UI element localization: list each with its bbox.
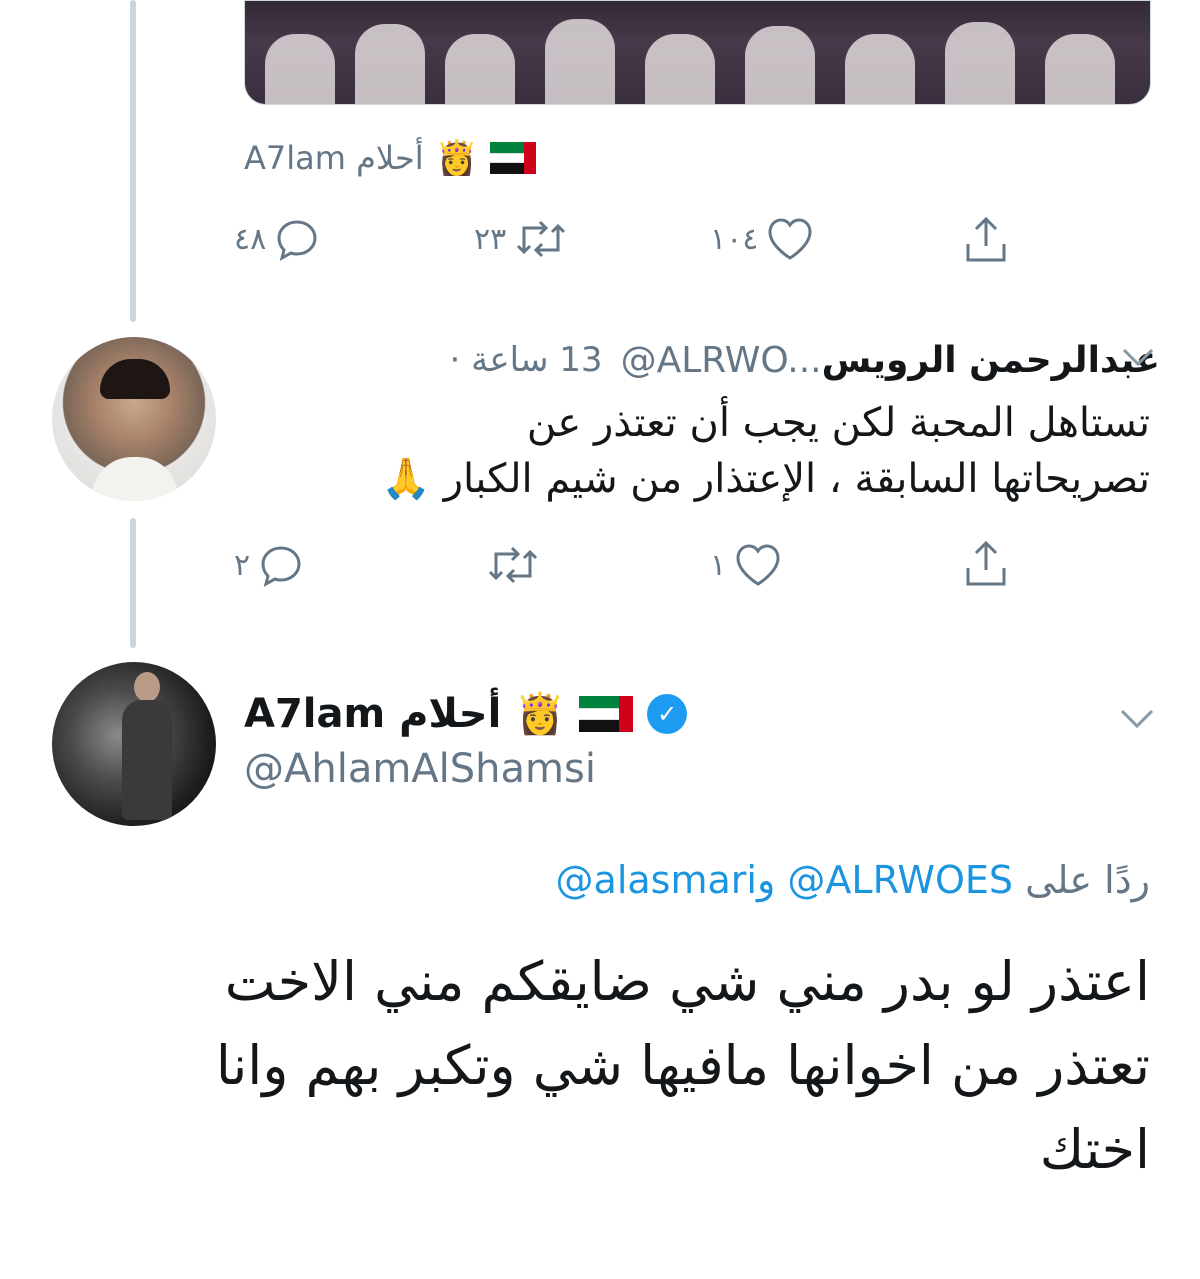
reply1-handle[interactable]: @ALRWO... (621, 340, 822, 381)
chevron-down-icon[interactable] (1116, 702, 1158, 734)
retweet-button[interactable]: ٢٣ (474, 214, 570, 264)
reply-icon (261, 546, 301, 587)
reply-button[interactable]: ٢ (234, 540, 306, 590)
retweet-icon (517, 220, 566, 258)
like-button[interactable]: ١ (710, 540, 784, 590)
reply-mention-2[interactable]: @alasmari (556, 858, 757, 902)
reply-mention-1[interactable]: @ALRWOES (787, 858, 1013, 902)
tweet2-handle[interactable]: @AhlamAlShamsi (244, 746, 596, 792)
like-icon (768, 218, 812, 260)
tweet2-text-line3: اختك (1039, 1118, 1150, 1181)
reply-and: و (756, 858, 776, 902)
tweet2-text-line1: اعتذر لو بدر مني شي ضايقكم مني الاخت (224, 950, 1150, 1013)
reply-count: ٤٨ (234, 221, 267, 257)
reply1-header: 13 ساعة · @ALRWO... عبدالرحمن الرويس (240, 335, 1161, 385)
reply1-text: تستاهل المحبة لكن يجب أن تعتذر عن تصريحا… (250, 395, 1150, 507)
share-icon (966, 216, 1006, 262)
retweet-icon (488, 546, 538, 584)
reply1-display-name[interactable]: عبدالرحمن الرويس (822, 340, 1160, 381)
uae-flag-icon (579, 696, 634, 732)
uae-flag-icon (490, 142, 537, 174)
tweet1-author-line: A7lam أحلام 👸 (244, 138, 537, 178)
tweet-media-image[interactable] (244, 0, 1151, 105)
reply-count: ٢ (234, 547, 251, 583)
like-icon (736, 544, 780, 586)
tweet2-text-line2: تعتذر من اخوانها مافيها شي وتكبر بهم وان… (215, 1034, 1150, 1097)
thread-line-mid (130, 518, 136, 648)
share-button[interactable] (960, 538, 1012, 590)
tweet1-author-name[interactable]: A7lam أحلام (244, 139, 424, 177)
like-count: ١ (710, 547, 727, 583)
tweet2-reply-context: ردًا على @ALRWOES و@alasmari (556, 858, 1150, 902)
tweet2-avatar[interactable] (52, 662, 216, 826)
share-button[interactable] (960, 214, 1012, 266)
reply-button[interactable]: ٤٨ (234, 214, 322, 264)
chevron-down-icon[interactable] (1118, 342, 1158, 372)
tweet2-text: اعتذر لو بدر مني شي ضايقكم مني الاخت تعت… (100, 940, 1150, 1192)
tweet2-header: A7lam أحلام 👸 ✓ (244, 686, 688, 742)
verified-icon: ✓ (647, 694, 688, 734)
reply1-text-line2: تصريحاتها السابقة ، الإعتذار من شيم الكب… (381, 456, 1150, 502)
reply1-time: 13 ساعة · (449, 340, 603, 380)
share-icon (966, 540, 1006, 586)
thread-line-top (130, 0, 136, 322)
reply-prefix: ردًا على (1025, 858, 1150, 902)
like-count: ١٠٤ (710, 221, 759, 257)
reply1-avatar[interactable] (52, 337, 216, 501)
like-button[interactable]: ١٠٤ (710, 214, 816, 264)
retweet-count: ٢٣ (474, 221, 507, 257)
reply1-text-line1: تستاهل المحبة لكن يجب أن تعتذر عن (526, 400, 1150, 446)
crown-woman-icon: 👸 (435, 138, 479, 178)
crown-woman-icon: 👸 (515, 691, 566, 737)
tweet2-display-name[interactable]: A7lam أحلام (244, 691, 501, 737)
reply-icon (277, 220, 317, 261)
retweet-button[interactable] (478, 540, 542, 590)
